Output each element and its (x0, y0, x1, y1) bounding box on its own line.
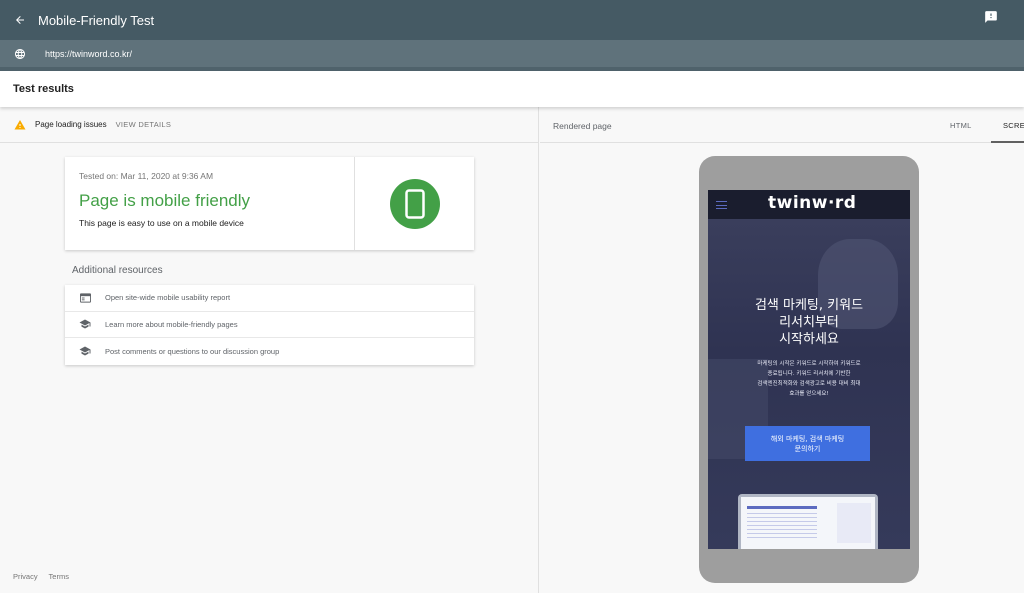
resource-usability-report[interactable]: Open site-wide mobile usability report (65, 285, 474, 312)
additional-resources-list: Open site-wide mobile usability report L… (65, 285, 474, 365)
result-subtext: This page is easy to use on a mobile dev… (79, 218, 244, 228)
resource-discussion-group[interactable]: Post comments or questions to our discus… (65, 338, 474, 365)
feedback-icon (985, 11, 997, 23)
test-results-title: Test results (13, 83, 74, 95)
site-hero: 검색 마케팅, 키워드 리서치부터 시작하세요 마케팅의 시작은 키워드로 시작… (708, 219, 910, 549)
hero-laptop-image (738, 494, 878, 549)
laptop-screen (741, 497, 875, 549)
tab-screenshot[interactable]: SCREENSHOT (1003, 121, 1024, 130)
url-text[interactable]: https://twinword.co.kr/ (45, 49, 132, 59)
result-card: Tested on: Mar 11, 2020 at 9:36 AM Page … (65, 157, 474, 250)
smartphone-icon (405, 189, 425, 219)
resource-label: Open site-wide mobile usability report (105, 293, 231, 303)
resource-label: Learn more about mobile-friendly pages (105, 319, 238, 329)
page-loading-issues-label: Page loading issues (35, 120, 107, 129)
resource-learn-more[interactable]: Learn more about mobile-friendly pages (65, 312, 474, 338)
arrow-back-icon (16, 16, 24, 24)
page-loading-issues-bar: Page loading issues VIEW DETAILS (0, 107, 538, 143)
globe-icon-wrap (0, 48, 40, 60)
feedback-button[interactable] (984, 10, 1000, 26)
hero-cta-button: 해외 마케팅, 검색 마케팅 문의하기 (745, 426, 870, 461)
hero-headline: 검색 마케팅, 키워드 리서치부터 시작하세요 (754, 298, 864, 347)
school-icon (79, 319, 91, 329)
school-icon (79, 346, 91, 356)
report-icon (79, 293, 91, 303)
resource-label: Post comments or questions to our discus… (105, 346, 280, 356)
rendered-page-panel: Rendered page HTML SCREENSHOT twinw·rd 검… (540, 107, 1024, 593)
tested-on-text: Tested on: Mar 11, 2020 at 9:36 AM (79, 171, 214, 181)
test-results-header: Test results (0, 71, 1024, 107)
rendered-page-label: Rendered page (553, 121, 612, 131)
active-tab-indicator (991, 141, 1024, 143)
app-bar: Mobile-Friendly Test (0, 0, 1024, 40)
phone-screenshot: twinw·rd 검색 마케팅, 키워드 리서치부터 시작하세요 마케팅의 시작… (708, 190, 910, 549)
view-details-button[interactable]: VIEW DETAILS (116, 120, 172, 129)
mobile-friendly-badge (390, 179, 440, 229)
tab-html[interactable]: HTML (950, 121, 972, 130)
phone-frame: twinw·rd 검색 마케팅, 키워드 리서치부터 시작하세요 마케팅의 시작… (699, 156, 919, 583)
url-bar: https://twinword.co.kr/ (0, 40, 1024, 67)
app-title: Mobile-Friendly Test (38, 12, 155, 28)
site-header: twinw·rd (708, 190, 910, 219)
globe-icon (15, 48, 25, 59)
privacy-link[interactable]: Privacy (13, 572, 38, 581)
terms-link[interactable]: Terms (49, 572, 69, 581)
footer: Privacy Terms (13, 572, 78, 581)
hero-description: 마케팅의 시작은 키워드로 시작하여 키워드로 종료됩니다. 키워드 리서치에 … (757, 361, 861, 397)
result-headline: Page is mobile friendly (79, 191, 251, 210)
rendered-page-bar: Rendered page HTML SCREENSHOT (540, 107, 1024, 143)
hamburger-menu-icon (716, 201, 727, 212)
warning-icon (14, 119, 26, 129)
site-logo: twinw·rd (768, 193, 857, 213)
additional-resources-title: Additional resources (72, 265, 163, 276)
card-divider (354, 157, 355, 250)
results-panel: Page loading issues VIEW DETAILS Tested … (0, 107, 539, 593)
back-button[interactable] (0, 0, 40, 40)
